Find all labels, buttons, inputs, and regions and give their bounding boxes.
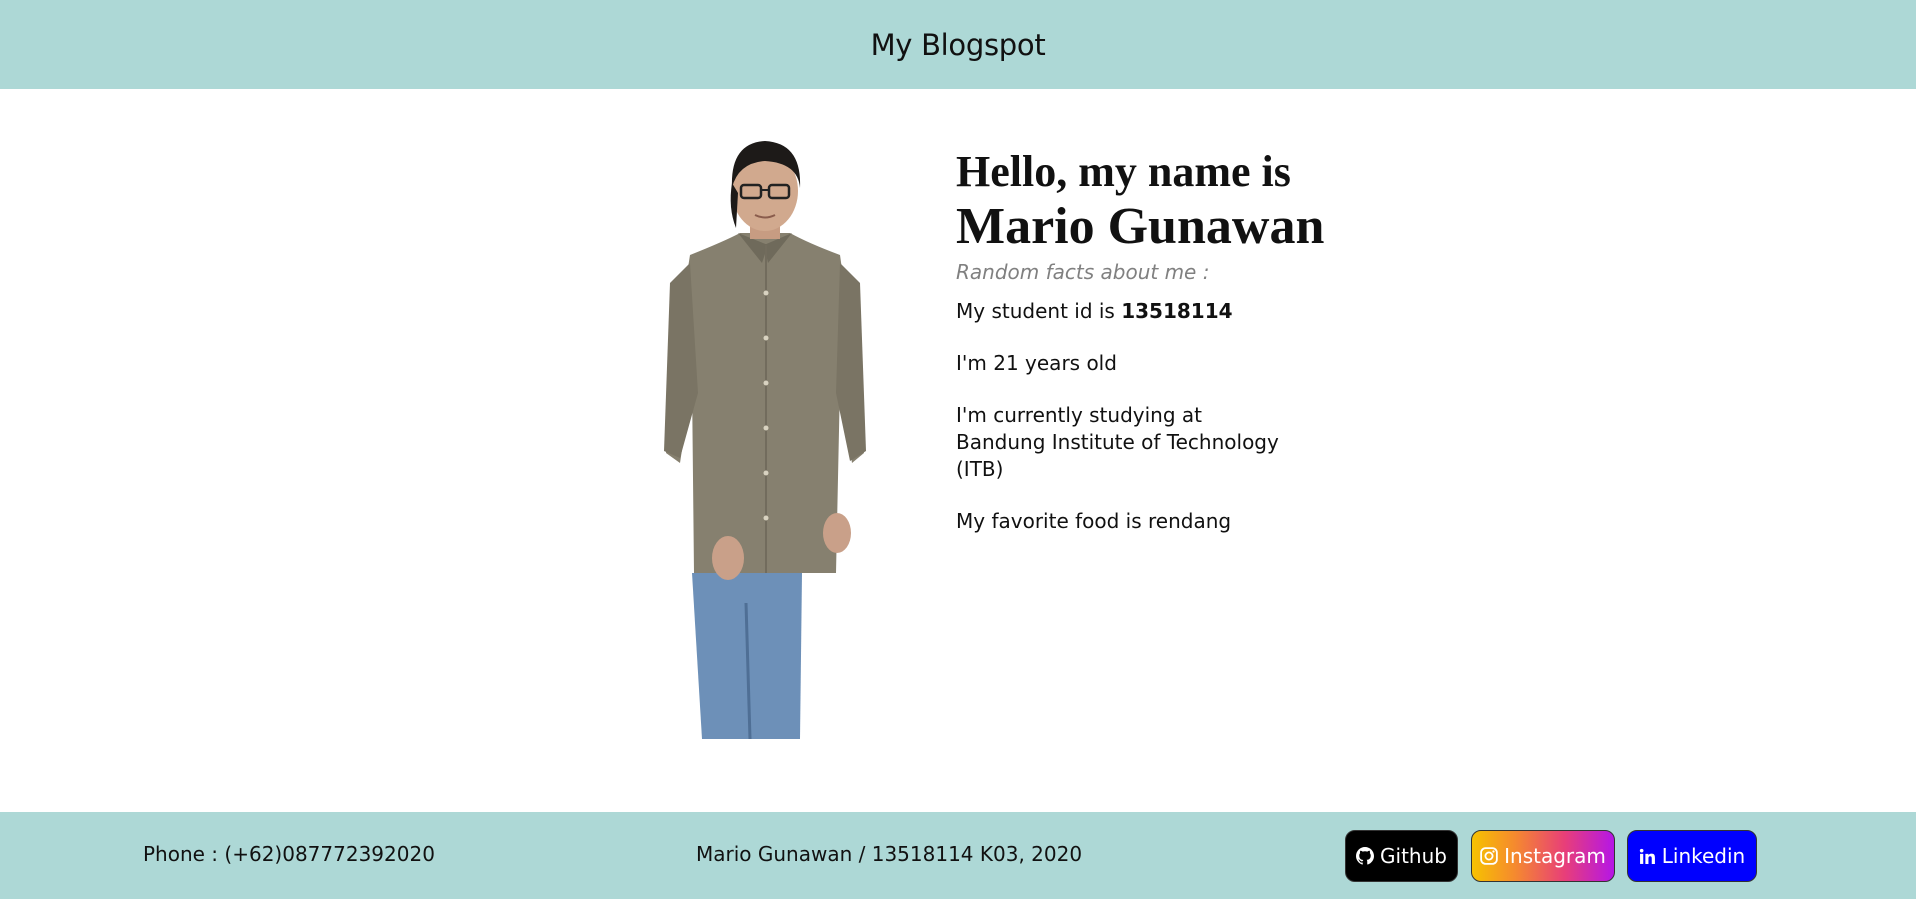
phone-number: Phone : (+62)087772392020 bbox=[143, 842, 435, 866]
instagram-icon bbox=[1480, 847, 1498, 865]
linkedin-button[interactable]: Linkedin bbox=[1627, 830, 1757, 882]
instagram-label: Instagram bbox=[1504, 844, 1606, 868]
fact-student-id: My student id is 13518114 bbox=[956, 298, 1296, 325]
instagram-button[interactable]: Instagram bbox=[1471, 830, 1615, 882]
facts-label: Random facts about me : bbox=[956, 260, 1210, 284]
site-title: My Blogspot bbox=[870, 27, 1046, 62]
intro-section: Hello, my name is Mario Gunawan Random f… bbox=[956, 146, 1376, 560]
footer-credit: Mario Gunawan / 13518114 K03, 2020 bbox=[696, 842, 1083, 866]
linkedin-icon bbox=[1639, 848, 1655, 864]
student-id-value: 13518114 bbox=[1121, 299, 1233, 323]
student-id-prefix: My student id is bbox=[956, 299, 1122, 323]
github-button[interactable]: Github bbox=[1345, 830, 1458, 882]
fact-food: My favorite food is rendang bbox=[956, 509, 1232, 533]
greeting-heading: Hello, my name is bbox=[956, 147, 1291, 196]
site-header: My Blogspot bbox=[0, 0, 1916, 89]
github-icon bbox=[1356, 847, 1375, 865]
linkedin-label: Linkedin bbox=[1661, 844, 1746, 868]
fact-study: I'm currently studying at Bandung Instit… bbox=[956, 403, 1279, 481]
name-heading: Mario Gunawan bbox=[956, 198, 1325, 255]
site-footer: Phone : (+62)087772392020 Mario Gunawan … bbox=[0, 812, 1916, 899]
profile-photo bbox=[664, 141, 866, 739]
github-label: Github bbox=[1380, 844, 1447, 868]
fact-age: I'm 21 years old bbox=[956, 351, 1117, 375]
